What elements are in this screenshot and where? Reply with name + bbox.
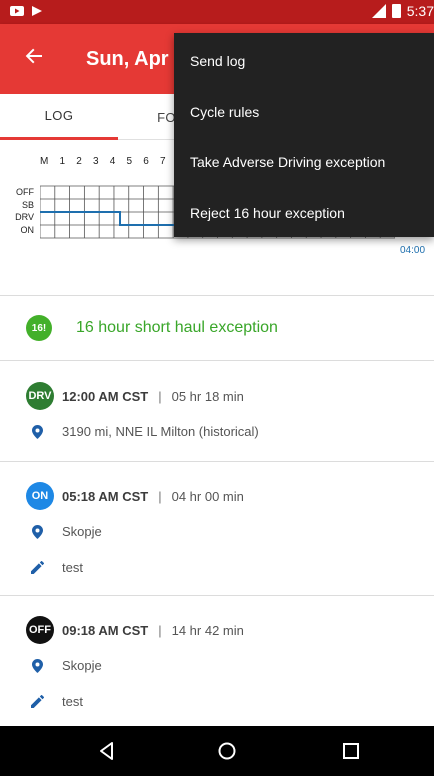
back-triangle-icon[interactable] xyxy=(92,736,122,766)
screen: 5:37 Sun, Apr 7 LOG FORM M 1 2 3 4 5 6 7… xyxy=(0,0,434,776)
pencil-icon xyxy=(30,695,44,709)
signal-icon xyxy=(371,4,386,18)
entry-duration: 05 hr 18 min xyxy=(171,388,244,404)
log-entry-drv[interactable]: DRV 12:00 AM CST | 05 hr 18 min 3190 mi,… xyxy=(0,362,434,460)
entry-note: test xyxy=(30,694,83,709)
exception-row[interactable]: 16! 16 hour short haul exception xyxy=(0,296,434,360)
arrow-back-icon[interactable] xyxy=(24,46,48,70)
play-store-icon xyxy=(30,4,44,18)
menu-item-cycle-rules[interactable]: Cycle rules xyxy=(190,104,259,120)
status-bar-right: 5:37 xyxy=(371,3,434,19)
entry-time: 05:18 AM CST xyxy=(62,488,149,504)
graph-status-labels: OFF SB DRV ON xyxy=(14,186,34,236)
entry-separator: | xyxy=(158,488,162,504)
status-badge: DRV xyxy=(26,382,54,410)
log-entry-off[interactable]: OFF 09:18 AM CST | 14 hr 42 min Skopje t… xyxy=(0,596,434,726)
exception-badge: 16! xyxy=(26,315,52,341)
note-text: test xyxy=(62,694,83,709)
entry-location: Skopje xyxy=(30,524,102,539)
status-bar: 5:37 xyxy=(0,0,434,24)
status-time: 5:37 xyxy=(406,3,434,19)
entry-location: Skopje xyxy=(30,658,102,673)
graph-hour-labels: M 1 2 3 4 5 6 7 8 xyxy=(40,156,187,167)
status-badge: ON xyxy=(26,482,54,510)
entry-head: DRV 12:00 AM CST | 05 hr 18 min xyxy=(26,382,244,410)
entry-head: ON 05:18 AM CST | 04 hr 00 min xyxy=(26,482,244,510)
exception-text: 16 hour short haul exception xyxy=(76,319,278,336)
graph-total-time: 04:00 xyxy=(400,245,426,256)
graph-label-sb: SB xyxy=(21,199,34,210)
entry-head: OFF 09:18 AM CST | 14 hr 42 min xyxy=(26,616,244,644)
location-pin-icon xyxy=(30,424,44,439)
battery-icon xyxy=(391,4,401,18)
entry-duration: 14 hr 42 min xyxy=(171,622,244,638)
status-badge: OFF xyxy=(26,616,54,644)
graph-label-off: OFF xyxy=(16,187,34,197)
entry-time: 09:18 AM CST xyxy=(62,622,149,638)
entry-separator: | xyxy=(158,622,162,638)
home-circle-icon[interactable] xyxy=(212,736,242,766)
entry-separator: | xyxy=(158,388,162,404)
tab-log[interactable]: LOG xyxy=(0,94,118,140)
graph-label-on: ON xyxy=(20,224,35,235)
location-pin-icon xyxy=(30,658,44,673)
entry-duration: 04 hr 00 min xyxy=(171,488,244,504)
location-text: 3190 mi, NNE IL Milton (historical) xyxy=(62,424,259,439)
graph-label-drv: DRV xyxy=(15,212,34,222)
menu-item-adverse-driving[interactable]: Take Adverse Driving exception xyxy=(190,154,385,170)
graph-duty-line xyxy=(40,211,181,226)
status-bar-left xyxy=(10,4,44,18)
location-text: Skopje xyxy=(62,658,102,673)
overflow-menu: Send log Cycle rules Take Adverse Drivin… xyxy=(174,33,434,237)
entry-location: 3190 mi, NNE IL Milton (historical) xyxy=(30,424,259,439)
pencil-icon xyxy=(30,561,44,575)
location-text: Skopje xyxy=(62,524,102,539)
location-pin-icon xyxy=(30,524,44,539)
page-title: Sun, Apr 7 xyxy=(86,48,186,70)
menu-item-reject-16-hour[interactable]: Reject 16 hour exception xyxy=(190,205,345,221)
entry-note: test xyxy=(30,560,83,575)
divider xyxy=(0,360,434,361)
menu-item-send-log[interactable]: Send log xyxy=(190,53,245,69)
entry-time: 12:00 AM CST xyxy=(62,388,149,404)
recents-square-icon[interactable] xyxy=(336,736,366,766)
log-entry-on[interactable]: ON 05:18 AM CST | 04 hr 00 min Skopje te… xyxy=(0,462,434,594)
navigation-bar xyxy=(0,726,434,776)
note-text: test xyxy=(62,560,83,575)
notification-icon xyxy=(10,4,24,18)
